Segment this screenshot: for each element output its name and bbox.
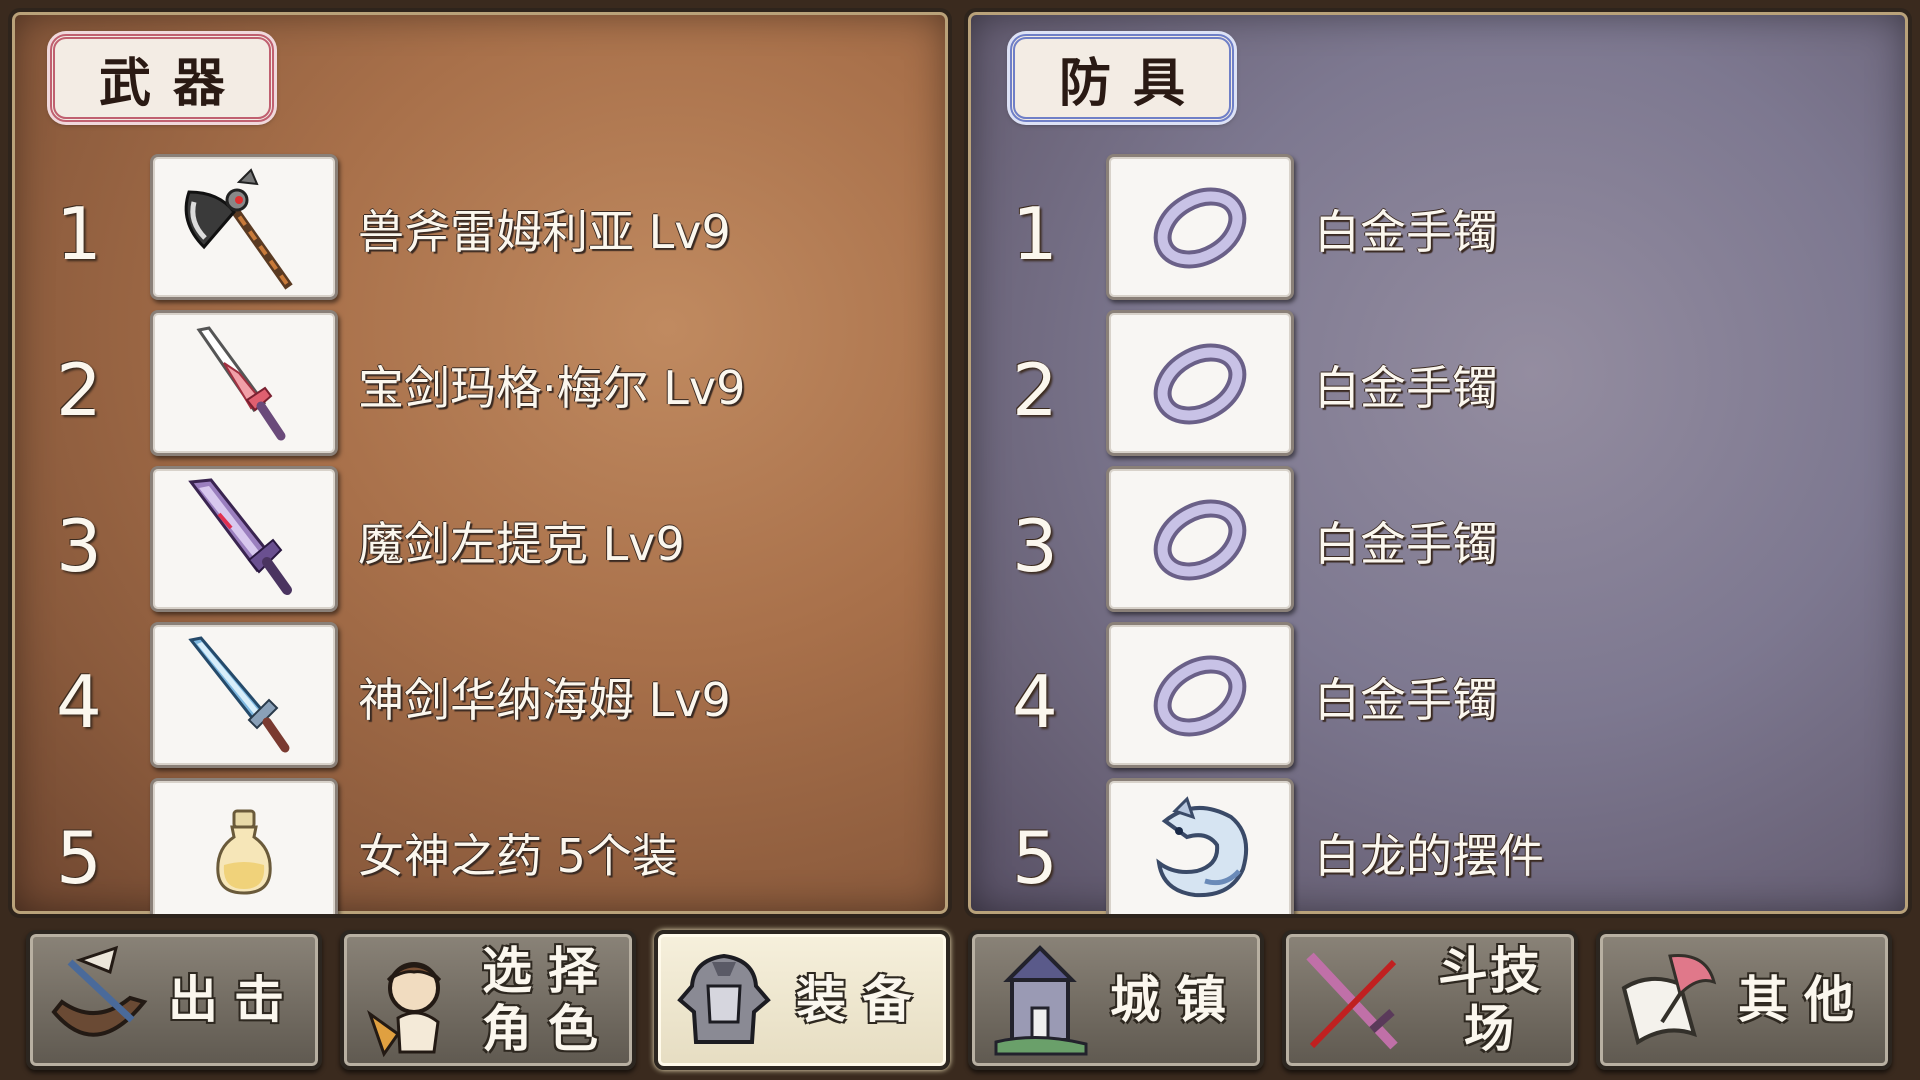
armor-slot-row[interactable]: 1 白金手镯 <box>968 154 1908 302</box>
axe-icon <box>184 168 293 290</box>
weapon-name: 神剑华纳海姆 Lv9 <box>358 673 731 727</box>
nav-sortie-button[interactable]: 出击 <box>26 930 322 1070</box>
potion-bottle-icon <box>216 809 272 895</box>
scroll-quill-icon <box>1621 954 1717 1046</box>
platinum-bracelet-icon <box>1153 499 1247 581</box>
weapon-slot-row[interactable]: 5 女神之药 5个装 <box>12 778 948 914</box>
weapon-slot-4[interactable] <box>150 622 338 768</box>
armor-slot-row[interactable]: 4 白金手镯 <box>968 622 1908 770</box>
castle-icon <box>994 945 1088 1056</box>
armor-slot-4[interactable] <box>1106 622 1294 768</box>
armor-icon <box>677 953 771 1044</box>
white-dragon-figurine-icon <box>1156 796 1248 898</box>
weapon-slot-3[interactable] <box>150 466 338 612</box>
nav-arena-button[interactable]: 斗技场 <box>1282 930 1578 1070</box>
armor-name: 白金手镯 <box>1314 517 1498 571</box>
nav-label: 其他 <box>1738 971 1870 1029</box>
weapon-slot-2[interactable] <box>150 310 338 456</box>
armor-slot-5[interactable] <box>1106 778 1294 914</box>
nav-label: 斗技场 <box>1438 942 1542 1058</box>
nav-label: 出击 <box>168 971 300 1029</box>
armor-panel: 防具 1 白金手镯 2 白金手镯 3 白金手镯 4 白金手镯 5 白龙的摆件 <box>964 8 1912 918</box>
nav-label-line1: 选择 <box>482 942 614 1000</box>
weapon-slot-row[interactable]: 2 宝剑玛格·梅尔 Lv9 <box>12 310 948 458</box>
ship-icon <box>51 945 148 1037</box>
platinum-bracelet-icon <box>1153 343 1247 425</box>
jeweled-sword-icon <box>196 326 286 441</box>
nav-equip-button[interactable]: 装备 <box>654 930 950 1070</box>
nav-label-line2: 角色 <box>482 1000 614 1058</box>
armor-title: 防具 <box>1010 34 1234 122</box>
armor-slot-row[interactable]: 2 白金手镯 <box>968 310 1908 458</box>
nav-label: 装备 <box>796 971 928 1029</box>
nav-select-character-button[interactable]: 选择 角色 <box>340 930 636 1070</box>
armor-slot-row[interactable]: 3 白金手镯 <box>968 466 1908 614</box>
holy-sword-icon <box>188 636 290 753</box>
armor-name: 白金手镯 <box>1314 361 1498 415</box>
weapon-name: 女神之药 5个装 <box>358 829 678 883</box>
slot-number: 1 <box>1012 192 1058 276</box>
slot-number: 2 <box>56 348 102 432</box>
weapon-slot-1[interactable] <box>150 154 338 300</box>
weapon-slot-row[interactable]: 4 神剑华纳海姆 Lv9 <box>12 622 948 770</box>
armor-slot-2[interactable] <box>1106 310 1294 456</box>
nav-town-button[interactable]: 城镇 <box>968 930 1264 1070</box>
armor-slot-1[interactable] <box>1106 154 1294 300</box>
slot-number: 5 <box>1012 816 1058 900</box>
slot-number: 1 <box>56 192 102 276</box>
nav-other-button[interactable]: 其他 <box>1596 930 1892 1070</box>
weapon-name: 宝剑玛格·梅尔 Lv9 <box>358 361 746 415</box>
slot-number: 4 <box>56 660 102 744</box>
weapon-slot-row[interactable]: 1 兽斧雷姆利亚 Lv9 <box>12 154 948 302</box>
armor-name: 白龙的摆件 <box>1314 829 1544 883</box>
weapon-name: 魔剑左提克 Lv9 <box>358 517 685 571</box>
weapons-panel: 武器 1 兽斧雷姆利亚 Lv9 2 宝剑玛格·梅尔 Lv9 3 魔剑左提克 Lv… <box>8 8 952 918</box>
slot-number: 3 <box>56 504 102 588</box>
slot-number: 3 <box>1012 504 1058 588</box>
platinum-bracelet-icon <box>1153 655 1247 737</box>
weapons-title: 武器 <box>50 34 274 122</box>
nav-label: 选择 角色 <box>472 934 624 1066</box>
platinum-bracelet-icon <box>1153 187 1247 269</box>
demon-sword-icon <box>188 478 292 595</box>
armor-slot-row[interactable]: 5 白龙的摆件 <box>968 778 1908 914</box>
character-icon <box>367 962 442 1058</box>
slot-number: 2 <box>1012 348 1058 432</box>
slot-number: 4 <box>1012 660 1058 744</box>
weapon-slot-5[interactable] <box>150 778 338 914</box>
nav-label: 城镇 <box>1110 971 1242 1029</box>
weapon-name: 兽斧雷姆利亚 Lv9 <box>358 205 731 259</box>
armor-slot-3[interactable] <box>1106 466 1294 612</box>
armor-name: 白金手镯 <box>1314 205 1498 259</box>
weapon-slot-row[interactable]: 3 魔剑左提克 Lv9 <box>12 466 948 614</box>
crossed-swords-icon <box>1306 952 1398 1050</box>
slot-number: 5 <box>56 816 102 900</box>
armor-name: 白金手镯 <box>1314 673 1498 727</box>
